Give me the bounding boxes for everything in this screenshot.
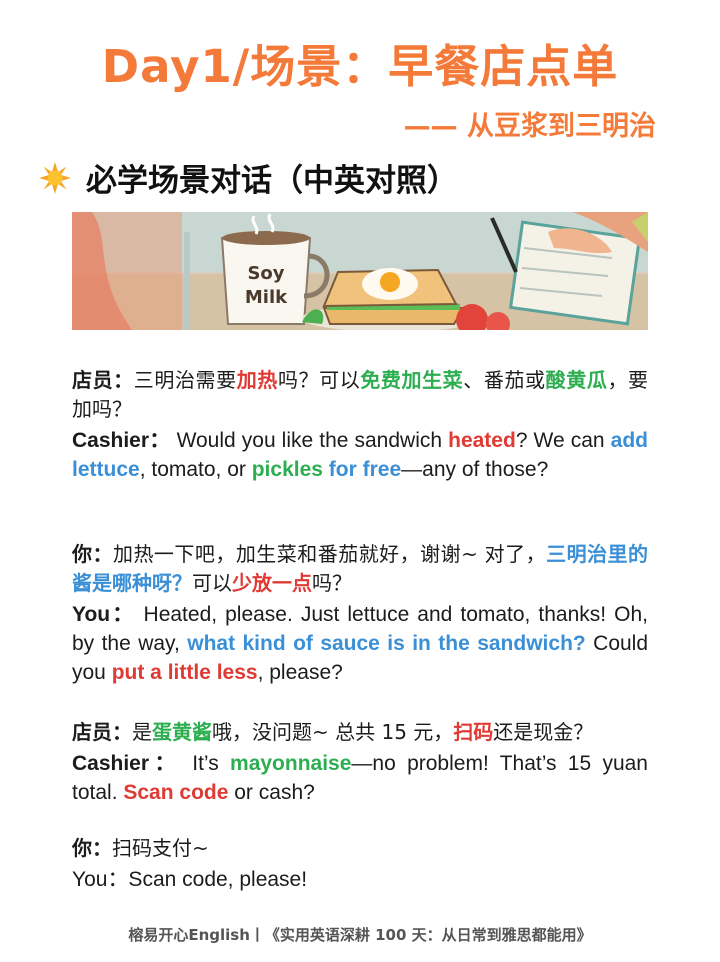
text: 哦，没问题~ 总共 15 元， [212,720,454,744]
dialogue-cashier-2: 店员：是蛋黄酱哦，没问题~ 总共 15 元，扫码还是现金？ Cashier： I… [72,718,648,807]
highlight-less: 少放一点 [232,571,312,595]
speaker-label: 店员： [72,368,134,392]
speaker-label: Cashier： [72,429,171,452]
text: 加热一下吧，加生菜和番茄就好，谢谢~ 对了， [112,542,547,566]
text: 吗？ [312,571,352,595]
speaker-label: 你： [72,542,113,566]
text: 是 [132,720,152,744]
text: 可以 [192,571,232,595]
highlight-pickles: pickles [251,458,323,481]
speaker-label: You [72,868,108,891]
cashier-line-cn: 店员：是蛋黄酱哦，没问题~ 总共 15 元，扫码还是现金？ [72,718,648,747]
section-title: 必学场景对话（中英对照） [86,163,458,199]
highlight-scan-code: Scan code [123,781,229,804]
dialogue-you-2: 你：扫码支付~ You：Scan code, please! [72,834,648,894]
section-header: 必学场景对话（中英对照） [38,155,458,200]
highlight-sauce-question: what kind of sauce is in the sandwich? [187,632,586,655]
footer-credit: 榕易开心English丨《实用英语深耕 100 天：从日常到雅思都能用》 [128,926,592,944]
dialogue-you-1: 你：加热一下吧，加生菜和番茄就好，谢谢~ 对了，三明治里的酱是哪种呀？可以少放一… [72,540,648,687]
you-line-cn: 你：扫码支付~ [72,834,648,863]
text: —any of those? [401,458,549,481]
cashier-line-cn: 店员：三明治需要加热吗？可以免费加生菜、番茄或酸黄瓜，要加吗？ [72,366,648,424]
highlight-lettuce: 加生菜 [401,368,464,392]
text: Would you like the sandwich [176,429,449,452]
page-subtitle: —— 从豆浆到三明治 [403,111,656,142]
highlight-heated: 加热 [236,368,278,392]
highlight-less: put a little less [111,661,258,684]
highlight-scan-code: 扫码 [453,720,494,744]
page-title: Day1/场景：早餐店点单 [101,40,619,93]
text: It’s [192,752,231,775]
speaker-label: You： [72,603,136,626]
text: 三明治需要 [133,368,237,392]
text: 扫码支付~ [112,836,209,860]
text: 吗？可以 [277,368,361,392]
text: ? We can [515,429,611,452]
speaker-label: Cashier： [72,752,181,775]
text: or cash? [228,781,315,804]
cashier-line-en: Cashier： It’s mayonnaise—no problem! Tha… [72,749,648,807]
highlight-heated: heated [448,429,516,452]
text: , please? [257,661,343,684]
speaker-label: 你： [72,836,112,860]
highlight-mayonnaise: mayonnaise [230,752,352,775]
you-line-en: You：Scan code, please! [72,865,648,894]
speaker-label: 店员： [72,720,132,744]
dialogue-cashier-1: 店员：三明治需要加热吗？可以免费加生菜、番茄或酸黄瓜，要加吗？ Cashier：… [72,366,648,484]
highlight-mayonnaise: 蛋黄酱 [152,720,212,744]
you-line-en: You： Heated, please. Just lettuce and to… [72,600,648,687]
highlight-free: 免费 [360,368,402,392]
text: 还是现金？ [493,720,594,744]
text: 、番茄或 [463,368,546,392]
cup-label-line1: Soy [247,263,284,284]
cup-label-line2: Milk [245,287,288,308]
text: , tomato, or [139,458,252,481]
cashier-line-en: Cashier： Would you like the sandwich hea… [72,426,648,484]
highlight-pickles: 酸黄瓜 [545,368,608,392]
highlight-for-free: for free [328,458,402,481]
breakfast-illustration: Soy Milk [72,212,648,330]
text: ：Scan code, please! [107,868,308,891]
you-line-cn: 你：加热一下吧，加生菜和番茄就好，谢谢~ 对了，三明治里的酱是哪种呀？可以少放一… [72,540,648,598]
sun-icon [39,161,71,194]
